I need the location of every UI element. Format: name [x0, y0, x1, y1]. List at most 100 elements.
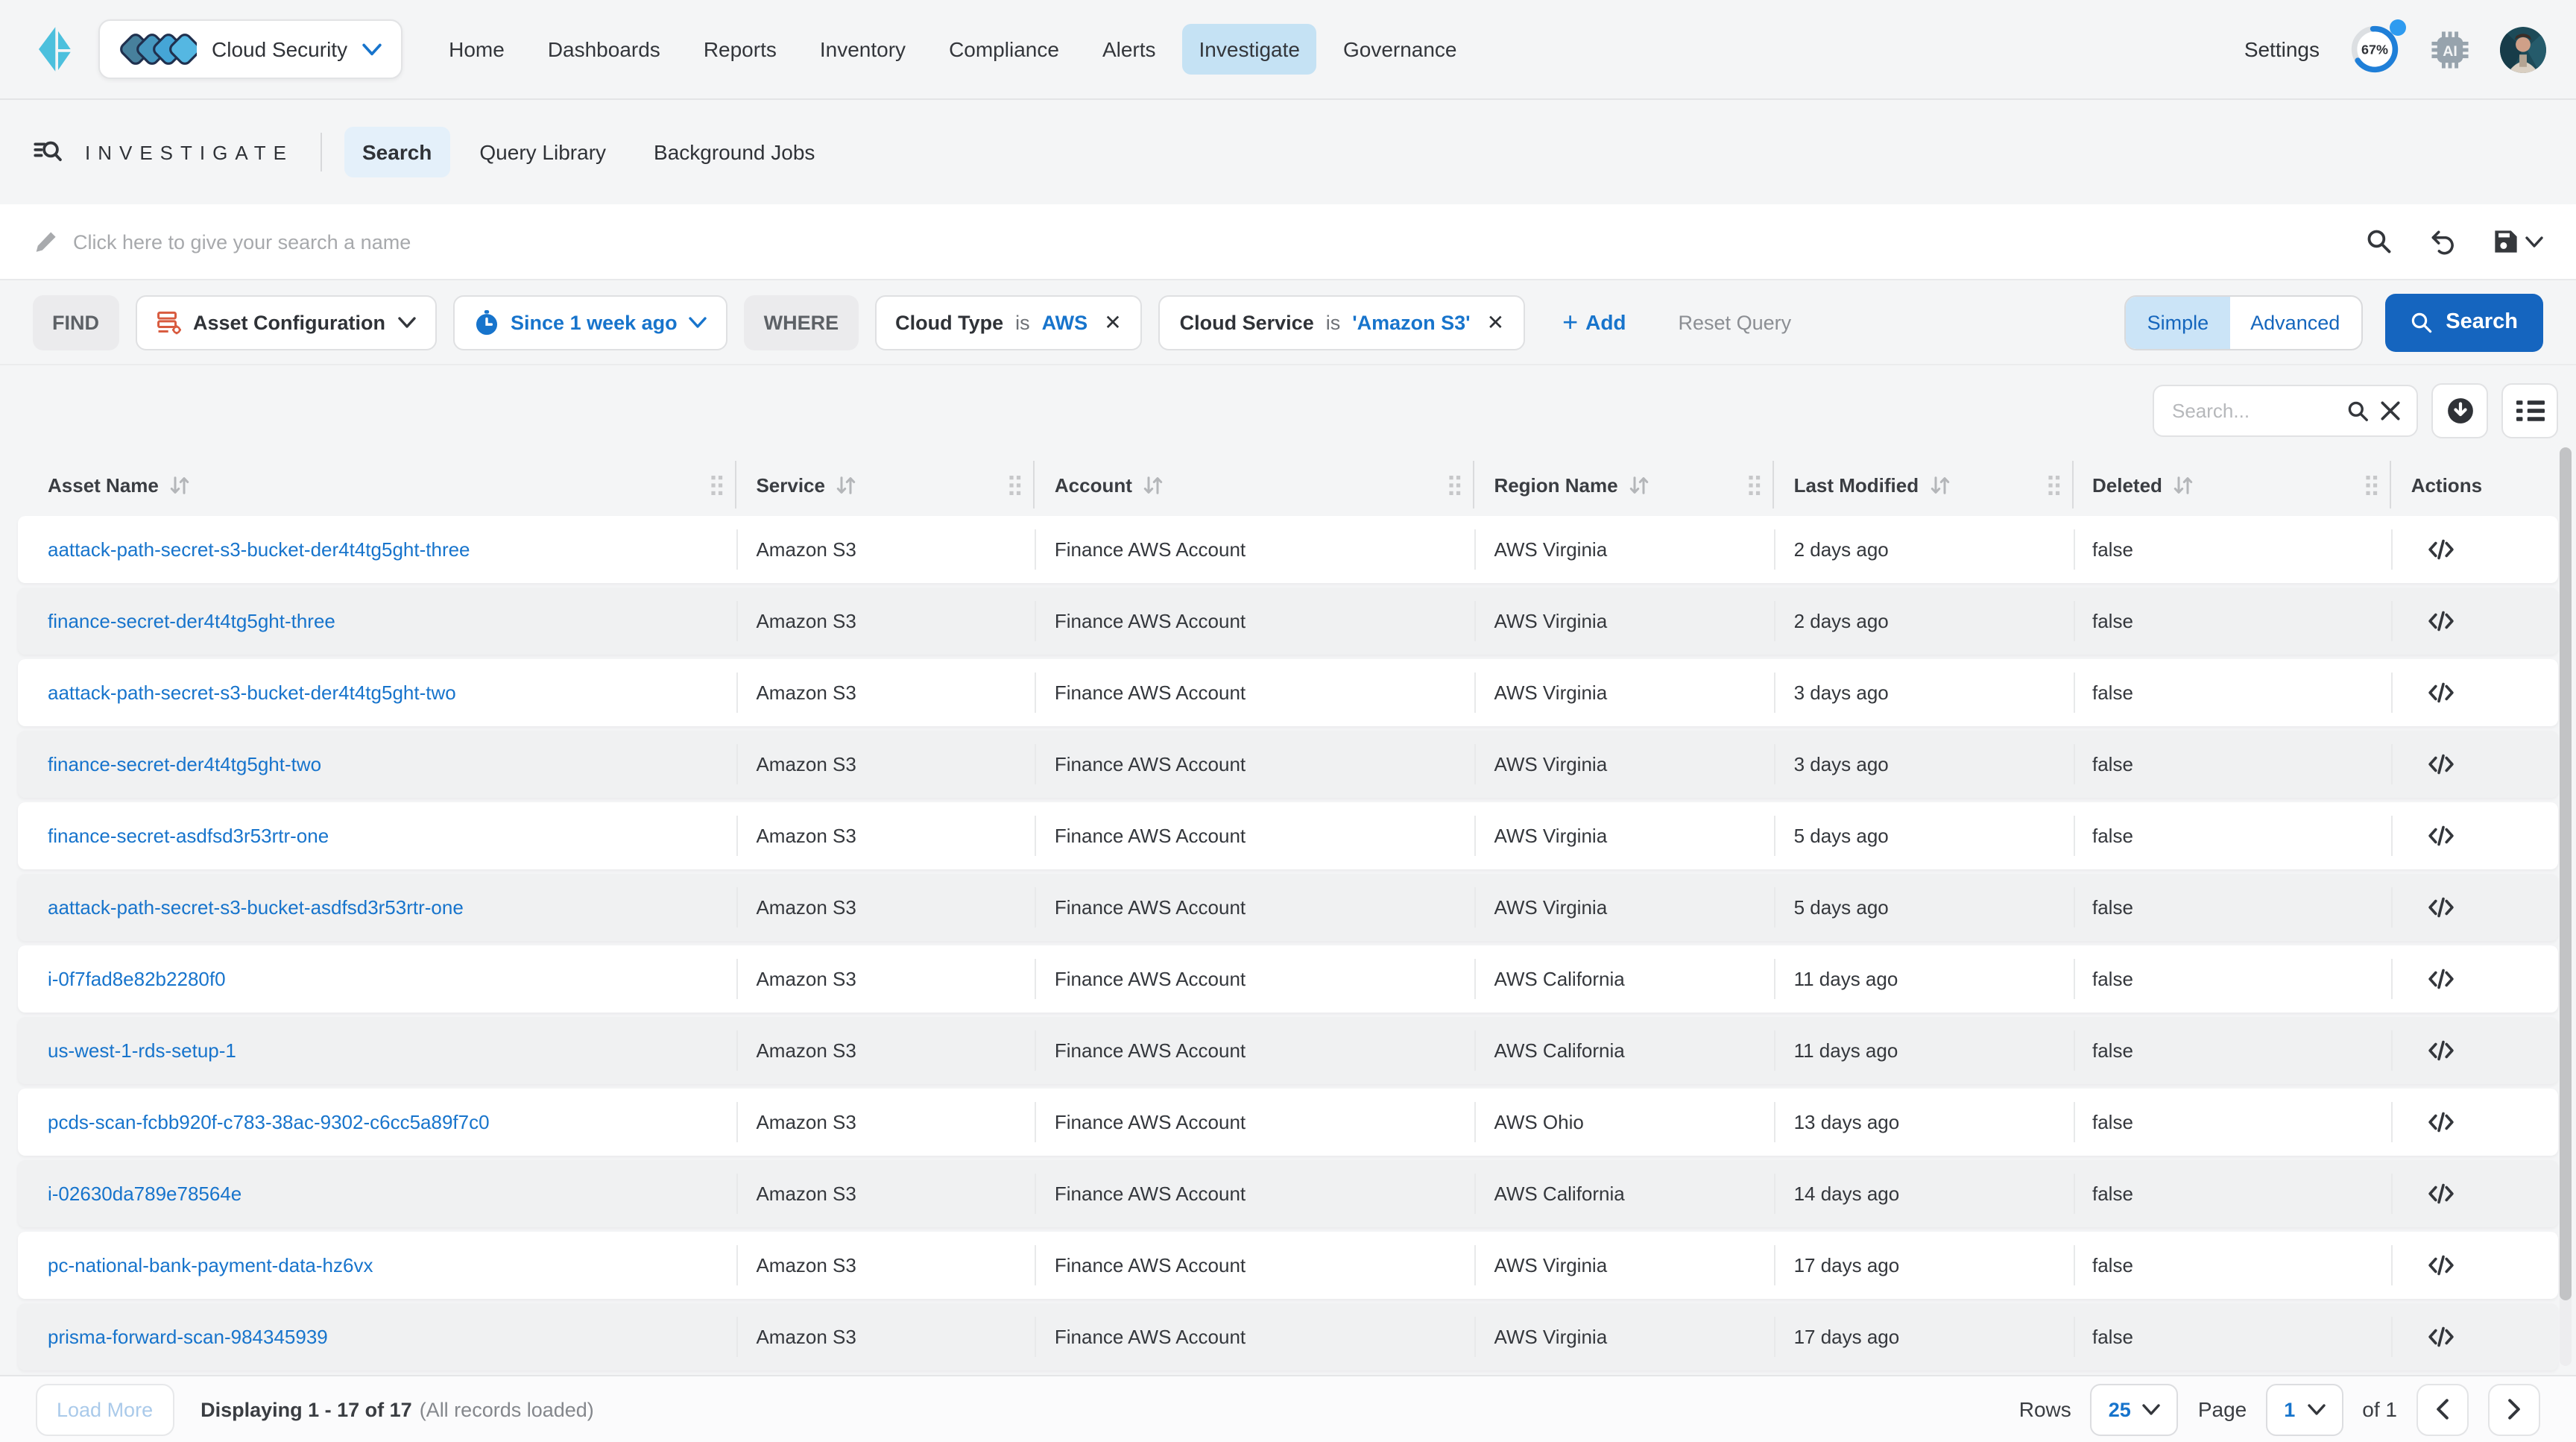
asset-name-link[interactable]: aattack-path-secret-s3-bucket-der4t4tg5g…	[48, 681, 456, 704]
add-filter-button[interactable]: + Add	[1553, 307, 1635, 337]
column-label: Account	[1055, 473, 1132, 496]
download-button[interactable]	[2431, 383, 2488, 438]
top-nav-right: Settings 67% AI	[2244, 24, 2546, 75]
search-name-field[interactable]: Click here to give your search a name	[73, 230, 411, 253]
search-icon[interactable]	[2366, 228, 2393, 255]
nav-item-home[interactable]: Home	[432, 24, 521, 75]
nav-item-governance[interactable]: Governance	[1327, 24, 1474, 75]
view-code-icon[interactable]	[2426, 535, 2457, 564]
user-avatar[interactable]	[2500, 26, 2546, 72]
load-more-button[interactable]: Load More	[36, 1383, 174, 1435]
asset-name-link[interactable]: aattack-path-secret-s3-bucket-der4t4tg5g…	[48, 538, 470, 561]
view-code-icon[interactable]	[2426, 1108, 2457, 1136]
time-range-dropdown[interactable]: Since 1 week ago	[452, 295, 728, 350]
view-code-icon[interactable]	[2426, 893, 2457, 922]
nav-item-compliance[interactable]: Compliance	[932, 24, 1076, 75]
module-selector[interactable]: Cloud Security	[98, 19, 402, 79]
manage-columns-button[interactable]	[2501, 383, 2558, 438]
undo-icon[interactable]	[2428, 227, 2457, 256]
asset-name-link[interactable]: pcds-scan-fcbb920f-c783-38ac-9302-c6cc5a…	[48, 1111, 490, 1133]
asset-name-link[interactable]: pc-national-bank-payment-data-hz6vx	[48, 1254, 373, 1276]
mode-simple[interactable]: Simple	[2127, 296, 2230, 348]
view-code-icon[interactable]	[2426, 965, 2457, 993]
search-icon	[2410, 311, 2432, 333]
page-select[interactable]: 1	[2266, 1383, 2343, 1435]
usage-ring[interactable]: 67%	[2349, 24, 2400, 75]
filter-chip[interactable]: Cloud Type is AWS ✕	[874, 295, 1143, 350]
column-drag-handle-icon[interactable]	[711, 475, 723, 494]
nav-item-inventory[interactable]: Inventory	[804, 24, 922, 75]
view-code-icon[interactable]	[2426, 679, 2457, 707]
run-search-button[interactable]: Search	[2384, 293, 2543, 351]
asset-name-link[interactable]: i-0f7fad8e82b2280f0	[48, 968, 226, 990]
search-name-row: Click here to give your search a name	[0, 204, 2576, 280]
settings-link[interactable]: Settings	[2244, 37, 2320, 61]
previous-page-button[interactable]	[2416, 1383, 2469, 1435]
cell-last-modified: 17 days ago	[1775, 1303, 2073, 1370]
cell-last-modified: 14 days ago	[1775, 1160, 2073, 1227]
sort-icon[interactable]	[836, 475, 858, 494]
nav-item-dashboards[interactable]: Dashboards	[531, 24, 677, 75]
entity-type-dropdown[interactable]: Asset Configuration	[135, 295, 436, 350]
ai-assistant-icon[interactable]: AI	[2430, 29, 2470, 69]
asset-name-link[interactable]: us-west-1-rds-setup-1	[48, 1039, 236, 1062]
column-header-account[interactable]: Account	[1035, 453, 1475, 516]
column-header-asset-name[interactable]: Asset Name	[18, 453, 736, 516]
asset-name-link[interactable]: finance-secret-der4t4tg5ght-three	[48, 610, 335, 632]
search-icon[interactable]	[2346, 399, 2370, 423]
asset-name-link[interactable]: finance-secret-der4t4tg5ght-two	[48, 753, 321, 775]
column-drag-handle-icon[interactable]	[1749, 475, 1761, 494]
column-header-last-modified[interactable]: Last Modified	[1775, 453, 2073, 516]
filter-chip[interactable]: Cloud Service is 'Amazon S3' ✕	[1159, 295, 1525, 350]
tab-query-library[interactable]: Query Library	[461, 127, 624, 177]
asset-name-link[interactable]: finance-secret-asdfsd3r53rtr-one	[48, 825, 329, 847]
save-icon[interactable]	[2493, 228, 2543, 255]
sort-icon[interactable]	[1629, 475, 1651, 494]
nav-item-reports[interactable]: Reports	[687, 24, 793, 75]
view-code-icon[interactable]	[2426, 1323, 2457, 1351]
rows-per-page-select[interactable]: 25	[2091, 1383, 2179, 1435]
column-label: Service	[756, 473, 825, 496]
remove-filter-icon[interactable]: ✕	[1104, 309, 1121, 335]
chevron-down-icon	[2143, 1402, 2161, 1416]
page-label: Page	[2198, 1397, 2247, 1421]
remove-filter-icon[interactable]: ✕	[1487, 309, 1504, 335]
view-code-icon[interactable]	[2426, 1180, 2457, 1208]
sort-icon[interactable]	[2173, 475, 2195, 494]
view-code-icon[interactable]	[2426, 1036, 2457, 1065]
time-range-label: Since 1 week ago	[511, 311, 678, 333]
column-header-actions[interactable]: Actions	[2392, 453, 2558, 516]
sort-icon[interactable]	[1143, 475, 1165, 494]
tab-search[interactable]: Search	[344, 127, 449, 177]
reset-query-button[interactable]: Reset Query	[1670, 309, 1801, 335]
where-keyword: WHERE	[745, 295, 859, 350]
cell-deleted: false	[2073, 1160, 2392, 1227]
scrollbar-thumb[interactable]	[2560, 447, 2572, 1300]
mode-advanced[interactable]: Advanced	[2229, 296, 2361, 348]
nav-item-investigate[interactable]: Investigate	[1183, 24, 1316, 75]
clear-search-icon[interactable]	[2379, 400, 2402, 422]
nav-item-alerts[interactable]: Alerts	[1086, 24, 1172, 75]
column-drag-handle-icon[interactable]	[2367, 475, 2378, 494]
column-header-region-name[interactable]: Region Name	[1474, 453, 1774, 516]
view-code-icon[interactable]	[2426, 750, 2457, 778]
column-header-service[interactable]: Service	[736, 453, 1035, 516]
next-page-button[interactable]	[2488, 1383, 2540, 1435]
column-drag-handle-icon[interactable]	[1010, 475, 1022, 494]
cell-last-modified: 5 days ago	[1775, 874, 2073, 941]
view-code-icon[interactable]	[2426, 607, 2457, 635]
view-code-icon[interactable]	[2426, 822, 2457, 850]
sort-icon[interactable]	[169, 475, 192, 494]
asset-name-link[interactable]: aattack-path-secret-s3-bucket-asdfsd3r53…	[48, 896, 464, 919]
view-code-icon[interactable]	[2426, 1251, 2457, 1279]
column-drag-handle-icon[interactable]	[1449, 475, 1461, 494]
table-search-input[interactable]	[2169, 398, 2337, 424]
cell-account: Finance AWS Account	[1035, 588, 1475, 655]
cell-deleted: false	[2073, 588, 2392, 655]
tab-background-jobs[interactable]: Background Jobs	[636, 127, 833, 177]
asset-name-link[interactable]: prisma-forward-scan-984345939	[48, 1326, 328, 1348]
column-drag-handle-icon[interactable]	[2048, 475, 2059, 494]
sort-icon[interactable]	[1929, 475, 1951, 494]
asset-name-link[interactable]: i-02630da789e78564e	[48, 1183, 242, 1205]
column-header-deleted[interactable]: Deleted	[2073, 453, 2392, 516]
